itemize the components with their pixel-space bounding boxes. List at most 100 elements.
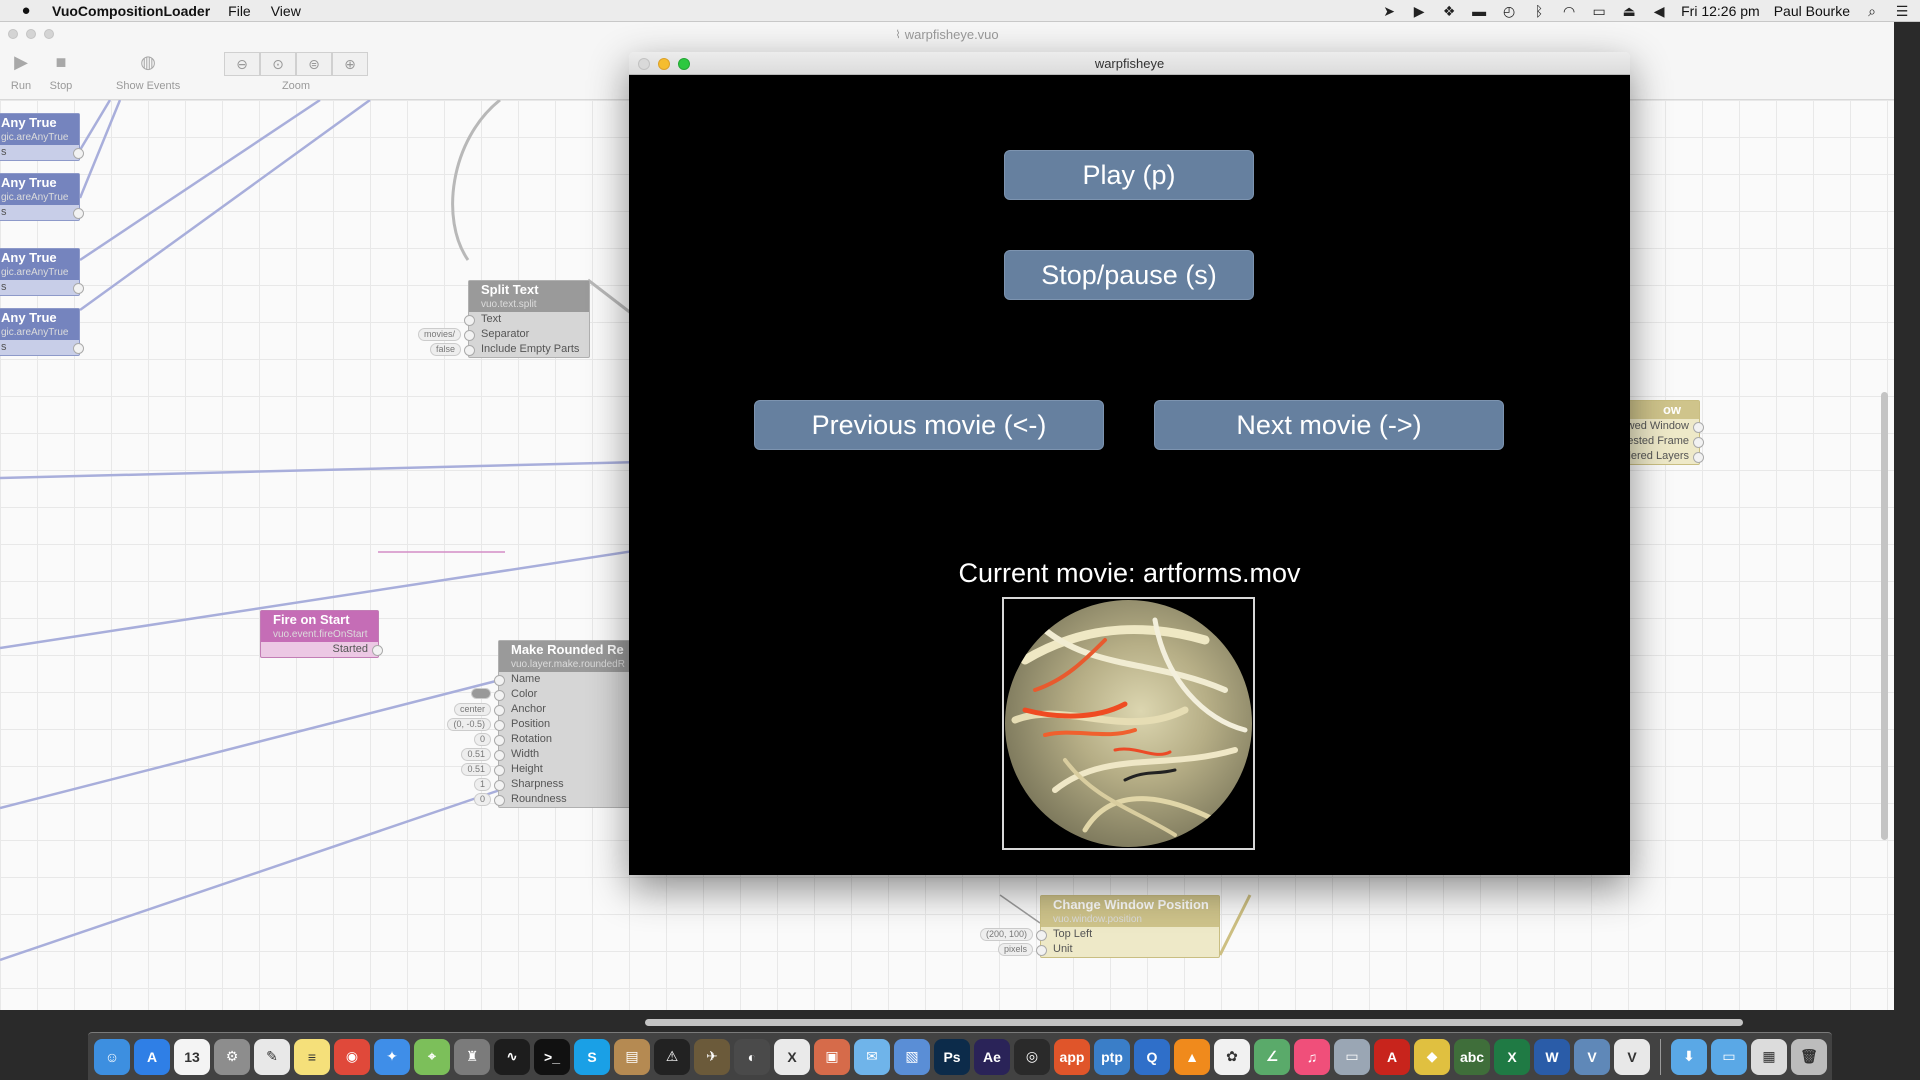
constant-value[interactable]: 1 [473,778,491,791]
pro-app-icon[interactable]: ◐ [734,1038,770,1075]
stop-pause-button[interactable]: Stop/pause (s) [1004,250,1254,300]
constant-value[interactable]: 0.51 [461,748,491,761]
automator-icon[interactable]: ♜ [454,1038,490,1075]
any-true-node[interactable]: Any True gic.areAnyTrue s [0,308,84,356]
menu-app-name[interactable]: VuoCompositionLoader [52,3,210,19]
color-swatch[interactable] [471,688,491,699]
trash-icon[interactable]: 🗑 [1791,1038,1827,1075]
menu-clock[interactable]: Fri 12:26 pm [1681,3,1760,19]
grapher-icon[interactable]: ∠ [1254,1038,1290,1075]
bluetooth-icon[interactable]: ᛒ [1531,3,1547,19]
input-port-include-empty[interactable]: false Include Empty Parts [429,342,589,357]
drive-icon[interactable]: ▬ [1471,3,1487,19]
system-preferences-icon[interactable]: ⚙ [214,1038,250,1075]
input-port-roundness[interactable]: 0 Roundness [473,792,637,807]
input-port-text[interactable]: Text [464,312,589,327]
time-machine-icon[interactable]: ◴ [1501,3,1517,20]
input-port-height[interactable]: 0.51 Height [461,762,637,777]
spotlight-icon[interactable]: ⌕ [1864,3,1880,20]
image-capture-icon[interactable]: ▭ [1334,1038,1370,1075]
zoom-window-icon[interactable] [678,58,690,70]
location-icon[interactable]: ➤ [1381,3,1397,20]
run-button[interactable]: ▶ Run [6,48,36,93]
any-true-node[interactable]: Any True gic.areAnyTrue s [0,113,84,161]
previous-movie-button[interactable]: Previous movie (<-) [754,400,1104,450]
zoom-out-icon[interactable]: ⊖ [224,52,260,76]
minimize-icon[interactable] [658,58,670,70]
input-port-anchor[interactable]: center Anchor [453,702,637,717]
output-port[interactable]: s [0,145,84,160]
skype-icon[interactable]: S [574,1038,610,1075]
xcode-helper-icon[interactable]: ✈ [694,1038,730,1075]
word-icon[interactable]: W [1534,1038,1570,1075]
photoshop-icon[interactable]: Ps [934,1038,970,1075]
acrobat-icon[interactable]: A [1374,1038,1410,1075]
wifi-icon[interactable]: ◠ [1561,3,1577,20]
output-port-started[interactable]: Started [261,642,383,657]
output-port[interactable]: s [0,340,84,355]
color-picker-icon[interactable]: ◆ [1414,1038,1450,1075]
constant-value[interactable]: pixels [997,943,1033,956]
volume-icon[interactable]: ◀ [1651,3,1667,20]
constant-value[interactable]: (0, -0.5) [447,718,491,731]
constant-value[interactable]: 0 [473,733,491,746]
console-icon[interactable]: ⚠ [654,1038,690,1075]
chrome-icon[interactable]: ◉ [334,1038,370,1075]
warp-viewport[interactable]: Play (p) Stop/pause (s) Previous movie (… [629,75,1630,875]
input-port-color[interactable]: Color [471,687,637,702]
vertical-scrollbar[interactable] [1881,392,1888,840]
close-icon[interactable] [638,58,650,70]
mail-icon[interactable]: ✉ [854,1038,890,1075]
make-rounded-rectangle-node[interactable]: Make Rounded Re vuo.layer.make.roundedR … [447,640,638,808]
zoom-window-icon[interactable] [44,29,54,39]
constant-value[interactable]: movies/ [417,328,461,341]
preview-icon[interactable]: ▧ [894,1038,930,1075]
screenshot-icon[interactable]: ▦ [1751,1038,1787,1075]
menu-view[interactable]: View [271,3,301,19]
terminal-icon[interactable]: >_ [534,1038,570,1075]
after-effects-icon[interactable]: Ae [974,1038,1010,1075]
app-store-icon[interactable]: A [134,1038,170,1075]
change-window-position-node[interactable]: Change Window Position vuo.window.positi… [979,895,1220,958]
constant-value[interactable]: (200, 100) [979,928,1033,941]
documents-folder-icon[interactable]: ▭ [1711,1038,1747,1075]
calendar-icon[interactable]: 13 [174,1038,210,1075]
output-port[interactable]: s [0,205,84,220]
menu-file[interactable]: File [228,3,251,19]
quicktime-icon[interactable]: Q [1134,1038,1170,1075]
menu-user[interactable]: Paul Bourke [1774,3,1850,19]
any-true-node[interactable]: Any True gic.areAnyTrue s [0,248,84,296]
input-port-separator[interactable]: movies/ Separator [417,327,589,342]
close-icon[interactable] [8,29,18,39]
finder-icon[interactable]: ☺ [94,1038,130,1075]
zoom-fit-icon[interactable]: ⊜ [296,52,332,76]
excel-icon[interactable]: X [1494,1038,1530,1075]
play-circle-icon[interactable]: ▶ [1411,3,1427,20]
textedit-icon[interactable]: ✎ [254,1038,290,1075]
airplay-icon[interactable]: ▭ [1591,3,1607,20]
input-port-position[interactable]: (0, -0.5) Position [447,717,637,732]
photo-app-icon[interactable]: ▣ [814,1038,850,1075]
notification-center-icon[interactable]: ☰ [1894,3,1910,20]
input-port-rotation[interactable]: 0 Rotation [473,732,637,747]
stop-button[interactable]: ■ Stop [46,48,76,93]
vuo-doc-icon[interactable]: V [1614,1038,1650,1075]
zoom-actual-icon[interactable]: ⊙ [260,52,296,76]
input-port-unit[interactable]: pixels Unit [997,942,1219,957]
input-port-sharpness[interactable]: 1 Sharpness [473,777,637,792]
next-movie-button[interactable]: Next movie (->) [1154,400,1504,450]
archive-icon[interactable]: ▤ [614,1038,650,1075]
minimize-icon[interactable] [26,29,36,39]
notes-icon[interactable]: ≡ [294,1038,330,1075]
photos-icon[interactable]: ✿ [1214,1038,1250,1075]
vlc-icon[interactable]: ▲ [1174,1038,1210,1075]
dropbox-icon[interactable]: ❖ [1441,3,1457,20]
chalkboard-icon[interactable]: abc [1454,1038,1490,1075]
x11-icon[interactable]: X [774,1038,810,1075]
input-port-width[interactable]: 0.51 Width [461,747,637,762]
eye-app-icon[interactable]: ◎ [1014,1038,1050,1075]
app-icon[interactable]: app [1054,1038,1090,1075]
vuo-icon[interactable]: V [1574,1038,1610,1075]
play-button[interactable]: Play (p) [1004,150,1254,200]
activity-monitor-icon[interactable]: ∿ [494,1038,530,1075]
